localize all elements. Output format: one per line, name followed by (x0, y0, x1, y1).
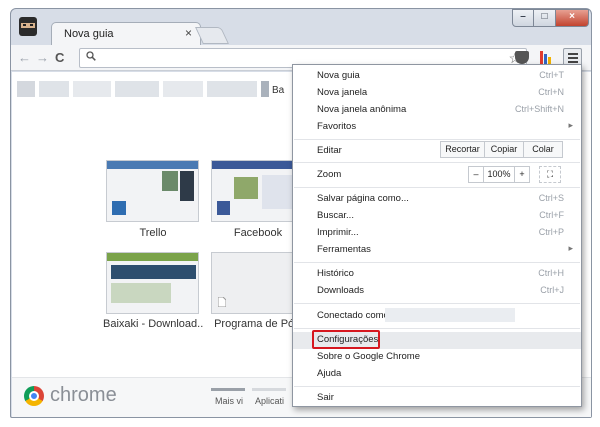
menu-item-new-window[interactable]: Nova janela Ctrl+N (293, 85, 581, 102)
menu-separator (294, 303, 580, 304)
maximize-icon: □ (541, 11, 548, 22)
paste-button[interactable]: Colar (523, 141, 563, 158)
tab-close-icon[interactable]: × (185, 26, 192, 40)
menu-item-save-page[interactable]: Salvar página como... Ctrl+S (293, 191, 581, 208)
thumbnail-programa[interactable] (211, 252, 304, 314)
menu-item-bookmarks[interactable]: Favoritos ▸ (293, 119, 581, 136)
forward-icon[interactable]: → (36, 50, 49, 65)
menu-item-settings[interactable]: Configurações (293, 330, 581, 349)
extension-icon[interactable] (540, 51, 552, 65)
menu-item-print[interactable]: Imprimir... Ctrl+P (293, 225, 581, 242)
menu-item-new-tab[interactable]: Nova guia Ctrl+T (293, 68, 581, 85)
search-icon (86, 51, 96, 64)
zoom-in-button[interactable]: + (514, 166, 530, 183)
incognito-avatar-icon (19, 17, 37, 36)
zoom-out-button[interactable]: – (468, 166, 484, 183)
thumbnail-label: Trello (139, 227, 167, 239)
reload-icon[interactable]: C (55, 50, 64, 65)
menu-separator (294, 162, 580, 163)
menu-item-downloads[interactable]: Downloads Ctrl+J (293, 283, 581, 300)
menu-item-history[interactable]: Histórico Ctrl+H (293, 266, 581, 283)
minimize-icon: – (520, 11, 526, 22)
close-window-button[interactable]: × (556, 9, 589, 27)
chrome-wordmark: chrome (50, 384, 117, 406)
menu-item-exit[interactable]: Sair (293, 390, 581, 407)
menu-separator (294, 262, 580, 263)
menu-separator (294, 139, 580, 140)
tab-title: Nova guia (64, 28, 114, 40)
page-icon (218, 297, 226, 307)
bookmarks-bar: Ba (17, 77, 302, 99)
submenu-arrow-icon: ▸ (568, 120, 573, 130)
menu-item-tools[interactable]: Ferramentas ▸ (293, 242, 581, 259)
menu-separator (294, 386, 580, 387)
menu-item-zoom: Zoom (317, 169, 342, 180)
menu-separator (294, 328, 580, 329)
chrome-logo-icon (24, 386, 44, 406)
thumbnail-baixaki[interactable] (106, 252, 199, 314)
zoom-level: 100% (483, 166, 515, 183)
close-icon: × (569, 11, 575, 22)
menu-separator (294, 187, 580, 188)
menu-item-about[interactable]: Sobre o Google Chrome (293, 349, 581, 366)
back-icon[interactable]: ← (18, 50, 31, 65)
account-email-redacted (385, 308, 515, 322)
thumbnail-label: Baixaki - Download... (103, 318, 203, 330)
tab-nova-guia[interactable]: Nova guia × (51, 22, 201, 46)
thumbnail-trello[interactable] (106, 160, 199, 222)
fullscreen-icon[interactable]: ⛶ (539, 166, 561, 183)
copy-button[interactable]: Copiar (484, 141, 524, 158)
footer-tab-most-visited[interactable]: Mais vi (215, 396, 243, 406)
footer-tab-apps[interactable]: Aplicati (255, 396, 284, 406)
chrome-main-menu: Nova guia Ctrl+T Nova janela Ctrl+N Nova j… (292, 64, 582, 407)
menu-item-find[interactable]: Buscar... Ctrl+F (293, 208, 581, 225)
bookmark-item[interactable]: Ba (272, 85, 284, 96)
submenu-arrow-icon: ▸ (568, 243, 573, 253)
minimize-button[interactable]: – (512, 9, 534, 27)
menu-item-incognito[interactable]: Nova janela anônima Ctrl+Shift+N (293, 102, 581, 119)
menu-item-help[interactable]: Ajuda (293, 366, 581, 383)
maximize-button[interactable]: □ (534, 9, 556, 27)
thumbnail-facebook[interactable] (211, 160, 304, 222)
cut-button[interactable]: Recortar (440, 141, 485, 158)
